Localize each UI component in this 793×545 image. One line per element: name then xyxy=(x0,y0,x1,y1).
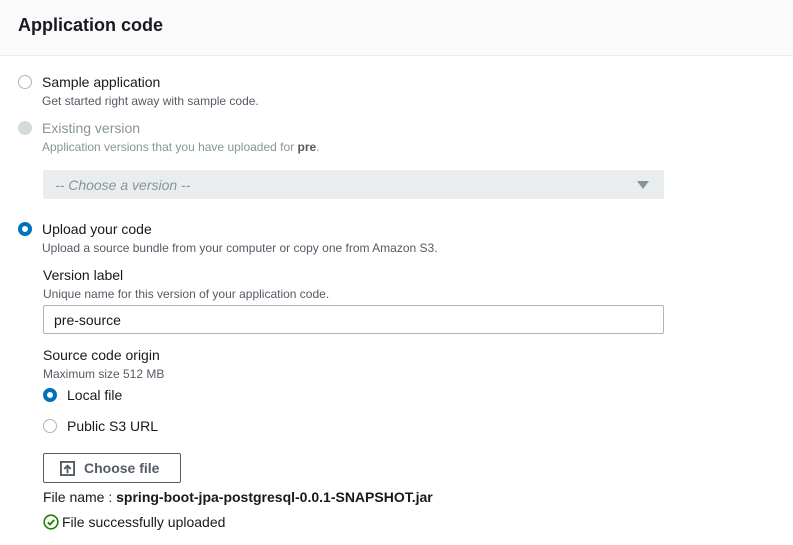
existing-version-description: Application versions that you have uploa… xyxy=(42,140,320,154)
existing-version-label: Existing version xyxy=(42,120,141,136)
source-origin-title: Source code origin xyxy=(43,347,160,363)
upload-code-radio[interactable] xyxy=(18,222,32,236)
version-label-input[interactable] xyxy=(43,305,664,334)
sample-application-description: Get started right away with sample code. xyxy=(42,94,259,108)
section-header: Application code xyxy=(0,0,793,56)
upload-code-label[interactable]: Upload your code xyxy=(42,221,152,237)
version-label-title: Version label xyxy=(43,267,124,283)
section-title: Application code xyxy=(18,15,164,35)
choose-file-button[interactable]: Choose file xyxy=(43,453,181,483)
environment-name: pre xyxy=(297,140,317,154)
local-file-label[interactable]: Local file xyxy=(67,387,122,403)
upload-status: File successfully uploaded xyxy=(62,514,226,530)
check-circle-icon xyxy=(43,514,59,530)
file-name-row: File name : spring-boot-jpa-postgresql-0… xyxy=(43,489,433,505)
file-name-label: File name : xyxy=(43,489,113,505)
public-s3-url-radio[interactable] xyxy=(43,419,57,433)
local-file-radio[interactable] xyxy=(43,388,57,402)
version-label-hint: Unique name for this version of your app… xyxy=(43,287,330,301)
file-name-value: spring-boot-jpa-postgresql-0.0.1-SNAPSHO… xyxy=(116,489,433,505)
sample-application-radio[interactable] xyxy=(18,75,32,89)
caret-down-icon xyxy=(637,181,649,189)
source-origin-hint: Maximum size 512 MB xyxy=(43,367,165,381)
upload-code-description: Upload a source bundle from your compute… xyxy=(42,241,438,255)
existing-version-radio xyxy=(18,121,32,135)
sample-application-label[interactable]: Sample application xyxy=(42,74,160,90)
version-select: -- Choose a version -- xyxy=(43,170,664,199)
upload-icon xyxy=(60,461,75,476)
choose-file-label: Choose file xyxy=(84,460,160,476)
version-select-placeholder: -- Choose a version -- xyxy=(55,177,191,193)
public-s3-url-label[interactable]: Public S3 URL xyxy=(67,418,158,434)
